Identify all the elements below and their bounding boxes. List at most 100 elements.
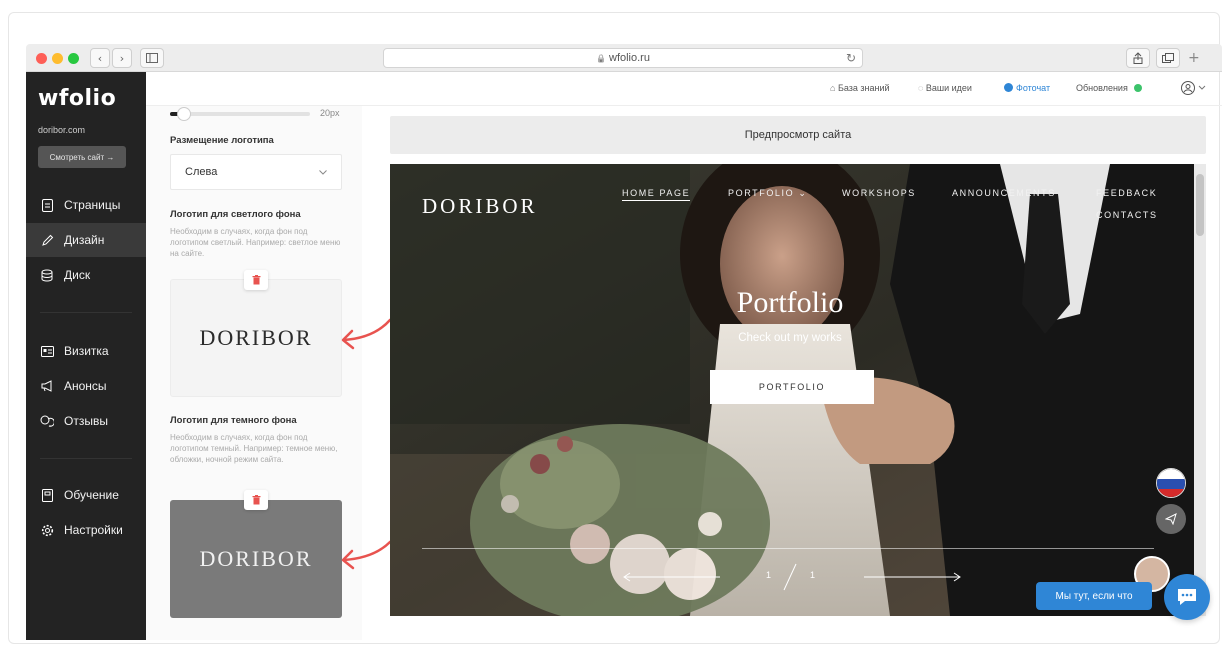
slide-prev-arrow[interactable] — [622, 568, 722, 586]
gear-icon — [40, 523, 54, 537]
delete-dark-logo-button[interactable] — [244, 490, 268, 510]
hero-portfolio-button[interactable]: PORTFOLIO — [710, 370, 874, 404]
site-nav-announcements[interactable]: ANNOUNCEMENTS — [952, 188, 1056, 198]
share-icon[interactable] — [1156, 504, 1186, 534]
site-logo[interactable]: DORIBOR — [422, 194, 538, 219]
russian-flag-icon[interactable] — [1156, 468, 1186, 498]
slide-divider — [783, 563, 797, 591]
reload-icon[interactable]: ↻ — [846, 51, 856, 65]
card-icon — [40, 344, 54, 358]
slider-value: 20px — [320, 108, 340, 118]
account-icon[interactable] — [1180, 80, 1208, 101]
sidebar-item-label: Отзывы — [64, 414, 108, 428]
online-status-dot — [1134, 84, 1143, 92]
site-nav-portfolio[interactable]: PORTFOLIO ⌄ — [728, 188, 808, 199]
updates-link[interactable]: Обновления — [1076, 83, 1143, 93]
annotation-arrow — [341, 318, 392, 350]
hero-title: Portfolio — [736, 286, 844, 319]
sidebar-item-label: Страницы — [64, 198, 121, 212]
site-preview: DORIBOR HOME PAGE PORTFOLIO ⌄ WORKSHOPS … — [390, 164, 1206, 616]
sidebar-item-label: Визитка — [64, 344, 109, 358]
logo-position-value: Слева — [185, 166, 218, 178]
scrollbar-thumb[interactable] — [1196, 174, 1204, 236]
tabs-icon[interactable] — [1156, 48, 1180, 68]
back-button[interactable]: ‹ — [90, 48, 110, 68]
graduation-icon: ⌂ — [830, 83, 838, 93]
photochat-icon — [1004, 83, 1013, 92]
logo-size-slider[interactable] — [170, 107, 310, 121]
site-nav-contacts[interactable]: CONTACTS — [1096, 210, 1158, 220]
light-logo-title: Логотип для светлого фона — [170, 209, 301, 220]
annotation-arrow — [341, 540, 392, 570]
new-tab-icon[interactable]: + — [1188, 50, 1200, 66]
chevron-down-icon — [319, 169, 327, 175]
light-logo-preview[interactable]: DORIBOR — [170, 279, 342, 397]
slider-handle[interactable] — [177, 107, 191, 121]
chat-prompt[interactable]: Мы тут, если что — [1036, 582, 1152, 610]
hero-subtitle: Check out my works — [738, 332, 842, 344]
dark-logo-wordmark: DORIBOR — [199, 546, 313, 571]
site-preview-header: Предпросмотр сайта — [390, 116, 1206, 154]
share-icon[interactable] — [1126, 48, 1150, 68]
light-logo-description: Необходим в случаях, когда фон под логот… — [170, 227, 341, 258]
minimize-window-button[interactable] — [52, 53, 63, 64]
slider-progress-line — [422, 548, 1154, 549]
pencil-icon — [40, 233, 54, 247]
knowledge-base-link[interactable]: ⌂ База знаний — [830, 83, 890, 93]
preview-scrollbar[interactable] — [1194, 164, 1206, 616]
sidebar-item-label: Настройки — [64, 523, 123, 537]
ideas-link[interactable]: ◌ Ваши идеи — [918, 83, 972, 93]
browser-toolbar: ‹ › 🔒 wfolio.ru ↻ + — [26, 44, 1222, 72]
sidebar-item-learning[interactable]: Обучение — [26, 478, 146, 512]
comments-icon — [40, 414, 54, 428]
slide-current: 1 — [766, 570, 772, 580]
app-logo[interactable]: wfolio — [38, 86, 116, 111]
app-sidebar: wfolio doribor.com Смотреть сайт → Стран… — [26, 72, 146, 640]
trash-icon — [252, 495, 260, 505]
site-nav-home[interactable]: HOME PAGE — [622, 188, 691, 201]
sidebar-divider — [40, 458, 132, 459]
site-nav-feedback[interactable]: FEEDBACK — [1096, 188, 1157, 198]
close-window-button[interactable] — [36, 53, 47, 64]
sidebar-item-pages[interactable]: Страницы — [26, 188, 146, 222]
view-site-button[interactable]: Смотреть сайт → — [38, 146, 126, 168]
delete-light-logo-button[interactable] — [244, 270, 268, 290]
sidebar-item-settings[interactable]: Настройки — [26, 513, 146, 547]
trash-icon — [252, 275, 260, 285]
sidebar-item-announcements[interactable]: Анонсы — [26, 369, 146, 403]
design-settings-panel: 20px Размещение логотипа Слева Логотип д… — [146, 106, 362, 640]
sidebar-divider — [40, 312, 132, 313]
light-logo-wordmark: DORIBOR — [199, 325, 313, 350]
sidebar-item-label: Анонсы — [64, 379, 107, 393]
photochat-link[interactable]: Фоточат — [1004, 83, 1050, 93]
dark-logo-preview[interactable]: DORIBOR — [170, 500, 342, 618]
lock-icon: 🔒 — [596, 53, 606, 63]
slide-next-arrow[interactable] — [862, 568, 962, 586]
sidebar-item-label: Диск — [64, 268, 91, 282]
sidebar-item-label: Обучение — [64, 488, 119, 502]
chevron-down-icon: ⌄ — [794, 188, 808, 198]
sidebar-item-card[interactable]: Визитка — [26, 334, 146, 368]
page-icon — [40, 198, 54, 212]
book-icon — [40, 488, 54, 502]
site-domain: doribor.com — [38, 125, 86, 135]
sidebar-item-design[interactable]: Дизайн — [26, 223, 146, 257]
chat-icon[interactable] — [1164, 574, 1210, 620]
site-nav-workshops[interactable]: WORKSHOPS — [842, 188, 916, 198]
logo-position-label: Размещение логотипа — [170, 135, 274, 146]
sidebar-item-disk[interactable]: Диск — [26, 258, 146, 292]
dark-logo-title: Логотип для темного фона — [170, 415, 297, 426]
database-icon — [40, 268, 54, 282]
logo-position-select[interactable]: Слева — [170, 154, 342, 190]
address-bar[interactable]: 🔒 wfolio.ru ↻ — [383, 48, 863, 68]
maximize-window-button[interactable] — [68, 53, 79, 64]
megaphone-icon — [40, 379, 54, 393]
sidebar-toggle-icon[interactable] — [140, 48, 164, 68]
slide-total: 1 — [810, 570, 816, 580]
top-bar: ⌂ База знаний ◌ Ваши идеи Фоточат Обновл… — [146, 72, 1222, 106]
site-preview-label: Предпросмотр сайта — [744, 129, 852, 141]
url-text: wfolio.ru — [609, 52, 650, 64]
sidebar-item-reviews[interactable]: Отзывы — [26, 404, 146, 438]
forward-button[interactable]: › — [112, 48, 132, 68]
lightbulb-icon: ◌ — [918, 83, 926, 93]
